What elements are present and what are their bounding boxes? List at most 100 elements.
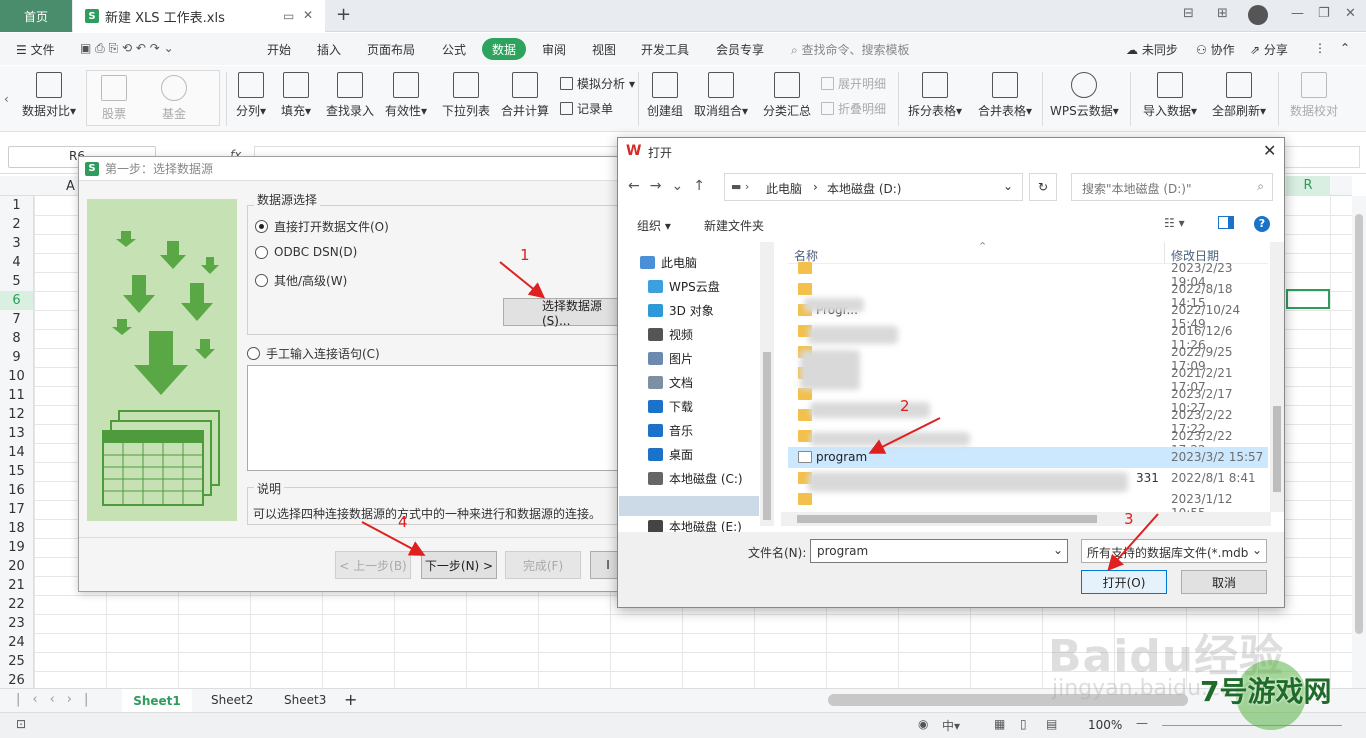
data-compare-button[interactable]: 数据对比▾	[22, 72, 76, 119]
preview-pane-icon[interactable]	[1218, 216, 1234, 229]
row-header[interactable]: 18	[0, 519, 34, 538]
row-header[interactable]: 11	[0, 386, 34, 405]
next-step-button[interactable]: 下一步(N) >	[421, 551, 497, 579]
row-header[interactable]: 21	[0, 576, 34, 595]
sync-status[interactable]: ☁ 未同步	[1126, 41, 1178, 58]
active-cell[interactable]	[1286, 289, 1330, 309]
row-header[interactable]: 3	[0, 234, 34, 253]
sheet-nav-arrows[interactable]: |‹‹›|	[16, 692, 100, 707]
avatar[interactable]	[1248, 5, 1268, 25]
simulation-analysis-button[interactable]: 模拟分析 ▾	[560, 75, 635, 92]
row-header[interactable]: 7	[0, 310, 34, 329]
fill-button[interactable]: 填充▾	[281, 72, 311, 119]
row-header[interactable]: 1	[0, 196, 34, 215]
ungroup-button[interactable]: 取消组合▾	[694, 72, 748, 119]
zoom-out-icon[interactable]: —	[1136, 716, 1148, 730]
vertical-scrollbar[interactable]	[1352, 196, 1366, 688]
row-header[interactable]: 2	[0, 215, 34, 234]
eye-protect-icon[interactable]: ◉	[918, 717, 928, 731]
organize-menu[interactable]: 组织 ▾	[637, 217, 671, 234]
document-tab[interactable]: S 新建 XLS 工作表.xls ▭ ✕	[73, 0, 325, 32]
more-icon[interactable]: ⋮	[1314, 41, 1326, 55]
merge-sheet-button[interactable]: 合并表格▾	[978, 72, 1032, 119]
subtotal-button[interactable]: 分类汇总	[763, 72, 811, 119]
nav-scroll-thumb[interactable]	[763, 352, 771, 520]
close-icon[interactable]: ✕	[1263, 141, 1276, 160]
nav-item-downloads[interactable]: 下载	[648, 398, 693, 415]
dropdown-list-button[interactable]: 下拉列表	[442, 72, 490, 119]
finish-button[interactable]: 完成(F)	[505, 551, 581, 579]
layout-icon[interactable]: ⊟	[1183, 6, 1194, 21]
apps-grid-icon[interactable]: ⊞	[1217, 6, 1228, 21]
nav-item-this-pc[interactable]: 此电脑	[640, 254, 697, 271]
row-header[interactable]: 19	[0, 538, 34, 557]
menu-formula[interactable]: 公式	[442, 41, 466, 58]
open-button[interactable]: 打开(O)	[1081, 570, 1167, 594]
row-header[interactable]: 23	[0, 614, 34, 633]
nav-item-drive-c[interactable]: 本地磁盘 (C:)	[648, 470, 743, 487]
file-list-vscroll-thumb[interactable]	[1273, 406, 1281, 492]
menu-insert[interactable]: 插入	[317, 41, 341, 58]
collab-button[interactable]: ⚇ 协作	[1196, 41, 1235, 58]
file-row[interactable]: 2022/8/18 14:15	[788, 279, 1268, 310]
nav-item-desktop[interactable]: 桌面	[648, 446, 693, 463]
row-header[interactable]: 8	[0, 329, 34, 348]
file-list-hscroll-thumb[interactable]	[797, 515, 1097, 523]
collapse-ribbon-icon[interactable]: ⌃	[1340, 41, 1350, 55]
data-verify-button[interactable]: 数据校对	[1290, 72, 1338, 119]
nav-item-videos[interactable]: 视频	[648, 326, 693, 343]
nav-scrollbar[interactable]	[760, 242, 774, 526]
wps-cloud-data-button[interactable]: WPS云数据▾	[1050, 72, 1119, 119]
normal-view-icon[interactable]: ▦	[994, 717, 1005, 731]
quick-access-icons[interactable]: ▣ ⎙ ⎘ ⟲ ↶ ↷ ⌄	[80, 41, 174, 56]
view-options-icon[interactable]: ☷ ▾	[1164, 216, 1185, 230]
record-form-button[interactable]: 记录单	[560, 100, 613, 117]
row-header[interactable]: 14	[0, 443, 34, 462]
breadcrumb-this-pc[interactable]: 此电脑	[766, 180, 802, 197]
file-row[interactable]: 2023/2/23 19:04	[788, 258, 1268, 289]
home-tab[interactable]: 首页	[0, 0, 72, 32]
file-list-hscrollbar[interactable]	[781, 512, 1271, 526]
prev-step-button[interactable]: < 上一步(B)	[335, 551, 411, 579]
sheet-tab-2[interactable]: Sheet2	[211, 693, 253, 707]
row-header[interactable]: 4	[0, 253, 34, 272]
nav-back-forward-icons[interactable]: ←→⌄↑	[628, 178, 715, 194]
vertical-scroll-thumb[interactable]	[1355, 214, 1363, 634]
fund-button[interactable]: 基金	[161, 75, 187, 122]
menu-developer[interactable]: 开发工具	[641, 41, 689, 58]
collapse-detail-button[interactable]: 折叠明细	[821, 100, 886, 117]
minimize-icon[interactable]: —	[1291, 6, 1304, 21]
command-search[interactable]: ⌕ 查找命令、搜索模板	[791, 41, 910, 58]
row-header[interactable]: 15	[0, 462, 34, 481]
add-sheet-icon[interactable]: +	[344, 690, 357, 709]
close-icon[interactable]: ✕	[1345, 6, 1356, 21]
split-sheet-button[interactable]: 拆分表格▾	[908, 72, 962, 119]
row-header[interactable]: 17	[0, 500, 34, 519]
menu-start[interactable]: 开始	[267, 41, 291, 58]
sheet-tab-3[interactable]: Sheet3	[284, 693, 326, 707]
row-header[interactable]: 13	[0, 424, 34, 443]
ribbon-scroll-left-icon[interactable]: ‹	[4, 92, 9, 106]
menu-data[interactable]: 数据	[482, 38, 527, 60]
stock-button[interactable]: 股票	[101, 75, 127, 122]
sheet-tab-1[interactable]: Sheet1	[122, 689, 192, 713]
file-type-select[interactable]: 所有支持的数据库文件(*.mdb ⌄	[1081, 539, 1267, 563]
split-column-button[interactable]: 分列▾	[236, 72, 266, 119]
column-header-a[interactable]: A	[66, 179, 75, 194]
tab-close-icon[interactable]: ✕	[303, 8, 313, 22]
filename-input[interactable]: program ⌄	[810, 539, 1068, 563]
radio-other[interactable]: 其他/高级(W)	[255, 272, 347, 289]
page-layout-view-icon[interactable]: ▯	[1020, 717, 1027, 731]
help-icon[interactable]: ?	[1254, 216, 1270, 232]
share-button[interactable]: ⇗ 分享	[1250, 41, 1288, 58]
page-break-view-icon[interactable]: ▤	[1046, 717, 1057, 731]
menu-view[interactable]: 视图	[592, 41, 616, 58]
column-header-r[interactable]: R	[1286, 176, 1330, 196]
tab-restore-icon[interactable]: ▭	[283, 9, 294, 23]
menu-member[interactable]: 会员专享	[716, 41, 764, 58]
radio-direct-open[interactable]: 直接打开数据文件(O)	[255, 218, 389, 235]
breadcrumb-d-drive[interactable]: 本地磁盘 (D:)	[827, 180, 901, 197]
import-data-button[interactable]: 导入数据▾	[1143, 72, 1197, 119]
nav-item-documents[interactable]: 文档	[648, 374, 693, 391]
file-menu[interactable]: ☰ 文件	[16, 41, 55, 58]
